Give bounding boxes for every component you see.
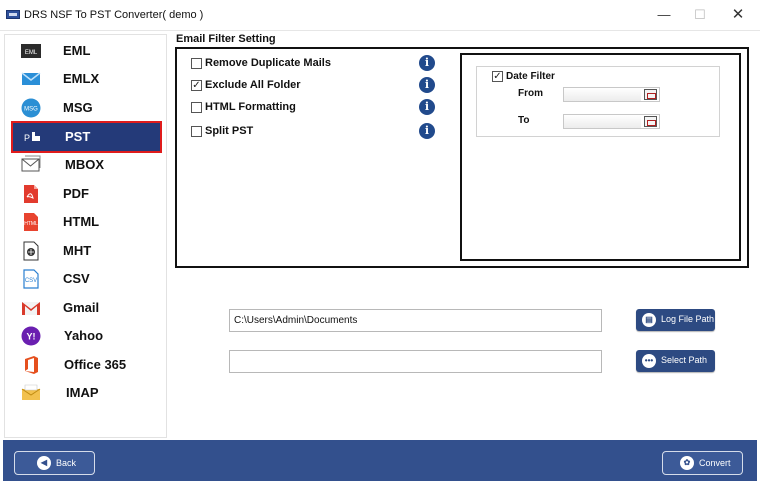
sidebar-item-office365[interactable]: Office 365 (11, 351, 162, 379)
mbox-envelope-icon (21, 155, 41, 172)
sidebar-item-csv[interactable]: CSV CSV (11, 265, 162, 293)
sidebar-item-label: Gmail (63, 300, 100, 315)
section-title: Email Filter Setting (176, 33, 276, 45)
log-file-path-input[interactable] (229, 309, 602, 332)
checkbox-box[interactable] (191, 126, 202, 137)
button-label: Log File Path (661, 314, 715, 324)
sidebar-item-label: PST (65, 129, 91, 144)
sidebar-item-pst[interactable]: P PST (11, 121, 162, 153)
checkbox-box-checked[interactable]: ✓ (191, 80, 202, 91)
to-date-picker[interactable] (563, 114, 660, 129)
yahoo-icon: Y! (21, 326, 41, 346)
sidebar-item-imap[interactable]: IMAP (11, 379, 162, 407)
svg-text:EML: EML (25, 50, 38, 56)
sidebar-item-label: MSG (63, 100, 93, 115)
back-arrow-icon: ◀ (37, 456, 51, 470)
info-icon[interactable]: i (419, 77, 435, 93)
sidebar-item-label: Yahoo (64, 328, 104, 343)
more-dots-icon: ••• (642, 354, 656, 368)
info-icon[interactable]: i (419, 123, 435, 139)
gmail-icon (22, 302, 40, 315)
info-icon[interactable]: i (419, 99, 435, 115)
sidebar-item-label: EML (63, 43, 91, 58)
close-button[interactable]: ✕ (728, 6, 748, 24)
msg-file-icon: MSG (21, 98, 41, 118)
option-label: Exclude All Folder (205, 79, 301, 91)
checkbox-box[interactable] (191, 102, 202, 113)
sidebar-item-label: HTML (63, 214, 100, 229)
convert-button[interactable]: ✿ Convert (662, 451, 743, 475)
svg-text:HTML: HTML (24, 221, 38, 227)
sidebar-item-yahoo[interactable]: Y! Yahoo (11, 322, 162, 350)
checkbox-box[interactable] (191, 58, 202, 69)
svg-text:CSV: CSV (25, 278, 37, 284)
back-button[interactable]: ◀ Back (14, 451, 95, 475)
sidebar-item-mbox[interactable]: MBOX (11, 151, 162, 179)
from-date-field[interactable] (564, 88, 641, 101)
log-file-icon: ▤ (642, 313, 656, 327)
calendar-icon[interactable] (644, 89, 657, 100)
option-label: Split PST (205, 125, 254, 137)
sidebar-item-label: Office 365 (64, 357, 127, 372)
office365-icon (25, 356, 38, 374)
title-bar: DRS NSF To PST Converter( demo ) — ☐ ✕ (0, 0, 760, 31)
svg-text:P: P (24, 133, 30, 143)
eml-file-icon: EML (21, 44, 41, 58)
to-label: To (518, 115, 530, 126)
sidebar-item-eml[interactable]: EML EML (11, 37, 162, 65)
csv-file-icon: CSV (23, 269, 39, 289)
sidebar-item-html[interactable]: HTML HTML (11, 208, 162, 236)
to-date-field[interactable] (564, 115, 641, 128)
log-file-path-button[interactable]: ▤ Log File Path (636, 309, 715, 331)
sidebar-item-mht[interactable]: MHT (11, 237, 162, 265)
date-filter-label: Date Filter (506, 71, 555, 82)
sidebar-item-gmail[interactable]: Gmail (11, 294, 162, 322)
from-date-picker[interactable] (563, 87, 660, 102)
pdf-file-icon (24, 185, 38, 203)
svg-text:MSG: MSG (24, 107, 38, 113)
destination-path-input[interactable] (229, 350, 602, 373)
pst-file-icon: P (24, 132, 40, 143)
sidebar-item-label: EMLX (63, 71, 100, 86)
convert-icon: ✿ (680, 456, 694, 470)
envelope-icon (21, 72, 41, 85)
sidebar-item-label: CSV (63, 271, 90, 286)
sidebar-item-label: MBOX (65, 157, 104, 172)
maximize-button[interactable]: ☐ (690, 6, 710, 24)
app-logo-icon (6, 10, 20, 19)
calendar-icon[interactable] (644, 116, 657, 127)
minimize-button[interactable]: — (654, 6, 674, 24)
info-icon[interactable]: i (419, 55, 435, 71)
footer-bar: ◀ Back ✿ Convert (3, 440, 757, 481)
mht-file-icon (23, 241, 39, 261)
sidebar-item-label: MHT (63, 243, 92, 258)
sidebar-item-label: IMAP (66, 385, 99, 400)
svg-text:Y!: Y! (27, 332, 36, 342)
button-label: Select Path (661, 355, 708, 365)
html-file-icon: HTML (24, 213, 38, 231)
sidebar-item-label: PDF (63, 186, 89, 201)
select-path-button[interactable]: ••• Select Path (636, 350, 715, 372)
checkbox-box-checked[interactable]: ✓ (492, 71, 503, 82)
window-title: DRS NSF To PST Converter( demo ) (24, 9, 204, 21)
option-label: Remove Duplicate Mails (205, 57, 331, 69)
button-label: Back (56, 458, 77, 468)
button-label: Convert (699, 458, 731, 468)
from-label: From (518, 88, 543, 99)
sidebar-item-msg[interactable]: MSG MSG (11, 94, 162, 122)
sidebar-item-pdf[interactable]: PDF (11, 180, 162, 208)
option-label: HTML Formatting (205, 101, 296, 113)
sidebar-item-emlx[interactable]: EMLX (11, 65, 162, 93)
imap-icon (21, 384, 41, 400)
format-sidebar: EML EML EMLX MSG MSG P PST MBOX PDF HTML… (4, 34, 167, 438)
